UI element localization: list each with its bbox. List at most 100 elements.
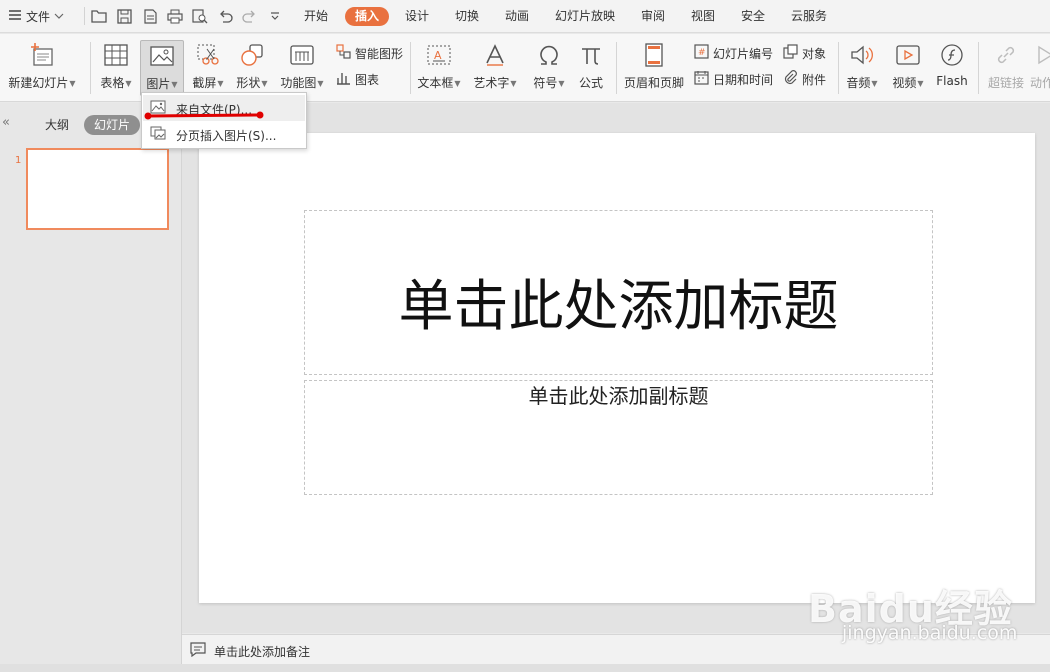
print-preview-icon[interactable]: [191, 7, 209, 25]
textbox-label: 文本框: [417, 76, 454, 90]
textbox-icon: A: [426, 42, 452, 68]
smartart-icon: [336, 44, 351, 62]
chevron-down-icon: [54, 9, 64, 23]
file-menu-label: 文件: [26, 9, 51, 24]
textbox-button[interactable]: A 文本框▼: [414, 40, 464, 96]
slide-thumbnail[interactable]: [26, 148, 169, 230]
tab-cloud[interactable]: 云服务: [786, 7, 832, 26]
tab-slides[interactable]: 幻灯片: [84, 115, 140, 135]
audio-label: 音频: [846, 76, 871, 90]
shape-button[interactable]: 形状▼: [231, 40, 273, 96]
tab-insert[interactable]: 插入: [345, 7, 389, 26]
caret-down-icon: ▼: [871, 79, 878, 88]
object-icon: [783, 44, 798, 62]
tab-slideshow[interactable]: 幻灯片放映: [550, 7, 620, 26]
caret-down-icon: ▼: [125, 79, 132, 88]
file-menu-button[interactable]: 文件: [8, 6, 64, 26]
object-button[interactable]: 对象: [783, 44, 826, 62]
function-chart-label: 功能图: [280, 76, 317, 90]
menu-item-from-file[interactable]: 来自文件(P)...: [143, 95, 305, 121]
formula-button[interactable]: 公式: [573, 40, 609, 96]
smartart-button[interactable]: 智能图形: [336, 44, 403, 62]
speaker-icon: [849, 42, 875, 68]
function-chart-button[interactable]: 功能图▼: [277, 40, 327, 96]
tab-transition[interactable]: 切换: [448, 7, 486, 26]
notes-icon: [190, 642, 206, 660]
screenshot-icon: [195, 42, 221, 68]
symbol-label: 符号: [533, 76, 558, 90]
tab-animation[interactable]: 动画: [498, 7, 536, 26]
title-placeholder[interactable]: 单击此处添加标题: [304, 210, 933, 375]
wordart-label: 艺术字: [473, 76, 510, 90]
tab-design[interactable]: 设计: [398, 7, 436, 26]
audio-button[interactable]: 音频▼: [842, 40, 882, 96]
bar-chart-icon: [336, 70, 351, 88]
tab-outline[interactable]: 大纲: [38, 115, 76, 135]
flash-icon: [939, 42, 965, 68]
tab-review[interactable]: 审阅: [634, 7, 672, 26]
quick-access-more-icon[interactable]: [266, 7, 284, 25]
print-icon[interactable]: [166, 7, 184, 25]
redo-icon[interactable]: [240, 7, 258, 25]
collapse-panel-icon[interactable]: «: [2, 115, 10, 130]
table-label: 表格: [100, 76, 125, 90]
slide-number-label: 幻灯片编号: [713, 46, 774, 61]
tab-security[interactable]: 安全: [734, 7, 772, 26]
hyperlink-button[interactable]: 超链接: [984, 40, 1028, 96]
save-icon[interactable]: [115, 7, 133, 25]
slide[interactable]: 单击此处添加标题 单击此处添加副标题: [199, 133, 1035, 603]
header-footer-icon: [641, 42, 667, 68]
screenshot-button[interactable]: 截屏▼: [187, 40, 229, 96]
open-folder-icon[interactable]: [90, 7, 108, 25]
screenshot-label: 截屏: [192, 76, 217, 90]
caret-down-icon: ▼: [558, 79, 565, 88]
subtitle-placeholder-text: 单击此处添加副标题: [528, 384, 709, 408]
shape-label: 形状: [236, 76, 261, 90]
slide-number-button[interactable]: # 幻灯片编号: [694, 44, 773, 62]
title-placeholder-text: 单击此处添加标题: [398, 274, 839, 338]
attachment-label: 附件: [802, 72, 827, 87]
date-time-button[interactable]: 日期和时间: [694, 70, 773, 88]
caret-down-icon: ▼: [510, 79, 517, 88]
omega-icon: [536, 42, 562, 68]
caret-down-icon: ▼: [917, 79, 924, 88]
ribbon-divider: [90, 42, 91, 94]
toolbar-divider: [84, 7, 85, 25]
attachment-button[interactable]: 附件: [783, 70, 826, 88]
caret-down-icon: ▼: [317, 79, 324, 88]
action-icon: [1032, 42, 1050, 68]
caret-down-icon: ▼: [261, 79, 268, 88]
menu-bar: 文件 开始 插入 设计 切换 动画 幻灯片放映 审阅 视图 安全 云服务: [0, 0, 1050, 33]
chart-button[interactable]: 图表: [336, 70, 379, 88]
video-button[interactable]: 视频▼: [887, 40, 929, 96]
svg-text:A: A: [434, 49, 442, 62]
chart-label: 图表: [355, 72, 380, 87]
picture-button[interactable]: 图片▼: [140, 40, 184, 96]
header-footer-button[interactable]: 页眉和页脚: [621, 40, 687, 96]
svg-text:#: #: [698, 48, 706, 58]
formula-label: 公式: [578, 76, 603, 90]
new-slide-button[interactable]: 新建幻灯片▼: [4, 40, 80, 96]
subtitle-placeholder[interactable]: 单击此处添加副标题: [304, 380, 933, 495]
export-pdf-icon[interactable]: [141, 7, 159, 25]
hyperlink-label: 超链接: [987, 76, 1024, 90]
tab-home[interactable]: 开始: [296, 7, 336, 26]
wordart-button[interactable]: 艺术字▼: [470, 40, 520, 96]
ribbon-divider: [616, 42, 617, 94]
status-bar: [0, 664, 1050, 672]
flash-button[interactable]: Flash: [932, 40, 972, 96]
ribbon-divider: [978, 42, 979, 94]
picture-label: 图片: [146, 77, 171, 91]
smartart-label: 智能图形: [355, 46, 404, 61]
menu-item-paged-insert-label: 分页插入图片(S)...: [176, 129, 277, 143]
table-button[interactable]: 表格▼: [96, 40, 136, 96]
action-button[interactable]: 动作: [1030, 40, 1050, 96]
new-slide-icon: [29, 42, 55, 68]
undo-icon[interactable]: [216, 7, 234, 25]
tab-view[interactable]: 视图: [684, 7, 722, 26]
video-icon: [895, 42, 921, 68]
table-icon: [103, 42, 129, 68]
new-slide-label: 新建幻灯片: [8, 76, 69, 90]
menu-item-paged-insert[interactable]: 分页插入图片(S)...: [143, 121, 305, 147]
symbol-button[interactable]: 符号▼: [529, 40, 569, 96]
